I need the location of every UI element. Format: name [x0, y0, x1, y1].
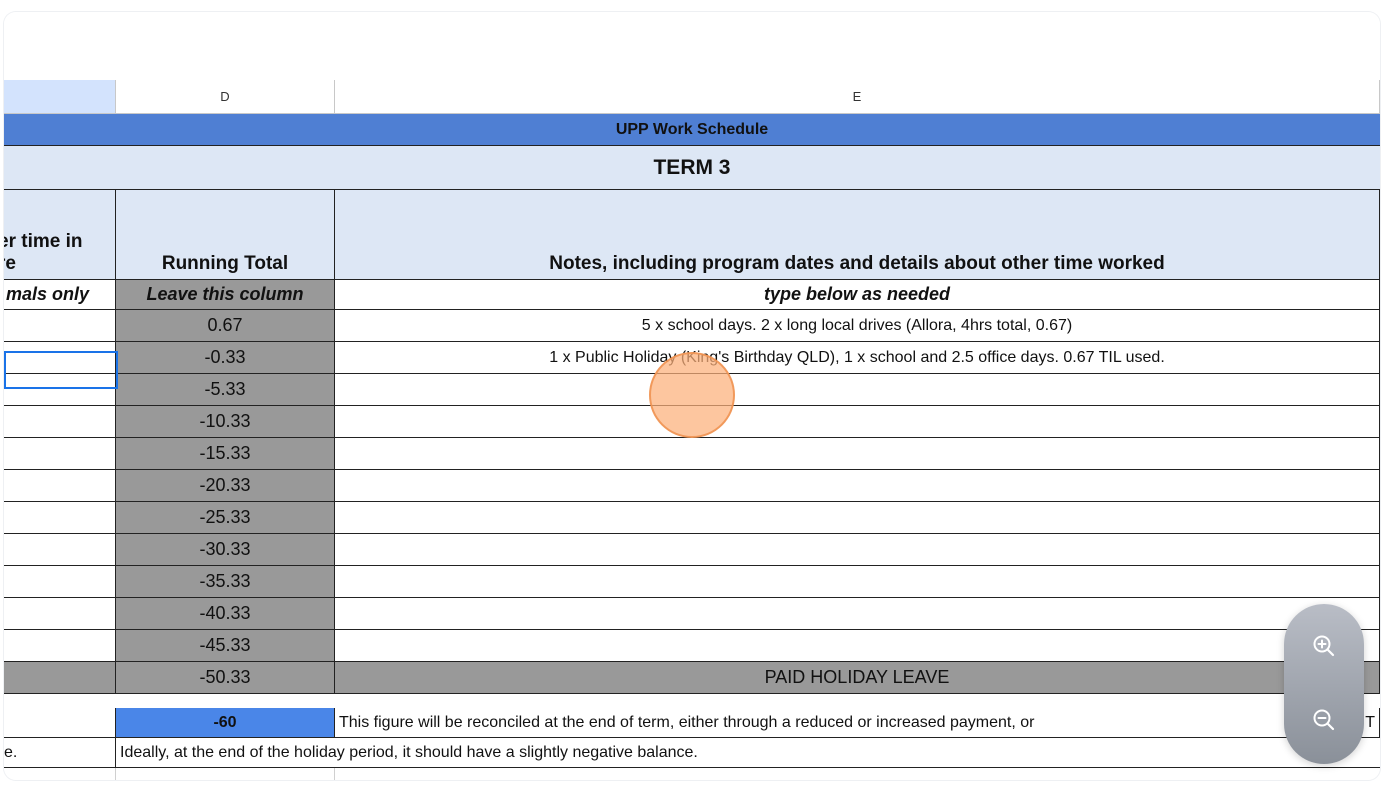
row-10-note[interactable] — [335, 598, 1380, 630]
row-12-c-cell[interactable] — [4, 662, 116, 694]
row-5-c-cell[interactable] — [4, 438, 116, 470]
row-6-c-cell[interactable] — [4, 470, 116, 502]
banner-title-cell[interactable]: UPP Work Schedule — [4, 114, 1380, 146]
zoom-controls — [1284, 604, 1364, 764]
header-cell-notes[interactable]: Notes, including program dates and detai… — [335, 190, 1380, 280]
row-4-note[interactable] — [335, 406, 1380, 438]
row-9-c-cell[interactable] — [4, 566, 116, 598]
row-2-running-total[interactable]: -0.33 — [116, 342, 335, 374]
row-4-c-cell[interactable] — [4, 406, 116, 438]
row-6-note[interactable] — [335, 470, 1380, 502]
row-2-note[interactable]: 1 x Public Holiday (King's Birthday QLD)… — [335, 342, 1380, 374]
zoom-out-icon — [1313, 709, 1335, 731]
selected-cell-outline — [4, 351, 118, 389]
empty-row-d[interactable] — [116, 768, 335, 780]
row-10-c-cell[interactable] — [4, 598, 116, 630]
row-11-note[interactable] — [335, 630, 1380, 662]
row-5-running-total[interactable]: -15.33 — [116, 438, 335, 470]
last-row-c-text: e. — [4, 743, 18, 761]
zoom-in-button[interactable] — [1304, 626, 1344, 666]
header-cell-running-total[interactable]: Running Total — [116, 190, 335, 280]
final-row-c-cell[interactable] — [4, 708, 116, 738]
header-cell-c[interactable]: er time in re — [4, 190, 116, 280]
row-1-note[interactable]: 5 x school days. 2 x long local drives (… — [335, 310, 1380, 342]
final-note-text: This figure will be reconciled at the en… — [339, 713, 1035, 731]
term-title: TERM 3 — [653, 155, 731, 179]
row-6-running-total[interactable]: -20.33 — [116, 470, 335, 502]
column-header-e[interactable]: E — [335, 80, 1380, 114]
row-9-running-total[interactable]: -35.33 — [116, 566, 335, 598]
row-3-running-total[interactable]: -5.33 — [116, 374, 335, 406]
empty-row-c[interactable] — [4, 768, 116, 780]
final-note-cell[interactable]: This figure will be reconciled at the en… — [335, 708, 1380, 738]
row-9-note[interactable] — [335, 566, 1380, 598]
row-7-note[interactable] — [335, 502, 1380, 534]
row-7-running-total[interactable]: -25.33 — [116, 502, 335, 534]
click-indicator — [649, 352, 735, 438]
subheader-cell-running-total[interactable]: Leave this column — [116, 280, 335, 310]
row-8-c-cell[interactable] — [4, 534, 116, 566]
column-header-c[interactable] — [4, 80, 116, 114]
row-3-note[interactable] — [335, 374, 1380, 406]
last-row-c-cell[interactable]: e. — [4, 738, 116, 768]
row-5-note[interactable] — [335, 438, 1380, 470]
row-4-running-total[interactable]: -10.33 — [116, 406, 335, 438]
row-7-c-cell[interactable] — [4, 502, 116, 534]
row-10-running-total[interactable]: -40.33 — [116, 598, 335, 630]
header-c-line2: re — [4, 253, 16, 274]
row-12-note[interactable]: PAID HOLIDAY LEAVE — [335, 662, 1380, 694]
final-note-tail: T — [1365, 713, 1375, 731]
row-11-c-cell[interactable] — [4, 630, 116, 662]
row-8-note[interactable] — [335, 534, 1380, 566]
spreadsheet-window: D E UPP Work Schedule TERM 3 er time in … — [4, 12, 1380, 780]
zoom-out-button[interactable] — [1304, 700, 1344, 740]
toolbar-area — [4, 12, 1380, 80]
subheader-c-text: mals only — [6, 284, 90, 304]
zoom-in-icon — [1313, 635, 1335, 657]
row-8-running-total[interactable]: -30.33 — [116, 534, 335, 566]
last-note-text: Ideally, at the end of the holiday perio… — [120, 743, 698, 761]
row-12-running-total[interactable]: -50.33 — [116, 662, 335, 694]
last-note-cell[interactable]: Ideally, at the end of the holiday perio… — [116, 738, 1380, 768]
subheader-cell-c[interactable]: mals only — [4, 280, 116, 310]
row-11-running-total[interactable]: -45.33 — [116, 630, 335, 662]
final-total-cell[interactable]: -60 — [116, 708, 335, 738]
header-c-line1: er time in — [4, 231, 83, 252]
subheader-cell-notes[interactable]: type below as needed — [335, 280, 1380, 310]
term-title-cell[interactable]: TERM 3 — [4, 146, 1380, 190]
column-header-d[interactable]: D — [116, 80, 335, 114]
banner-title: UPP Work Schedule — [615, 120, 769, 138]
row-1-c-cell[interactable] — [4, 310, 116, 342]
row-1-running-total[interactable]: 0.67 — [116, 310, 335, 342]
